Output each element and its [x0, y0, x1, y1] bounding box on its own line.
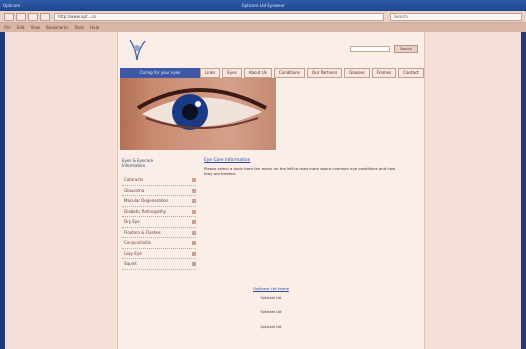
menu-item[interactable]: Edit [17, 25, 25, 30]
eye-illustration [136, 88, 267, 130]
web-page: Search Caring for your eyes Links Eyes Abo… [117, 32, 425, 349]
sidebar-item-label: Cataracts [124, 177, 144, 182]
nav-tab[interactable]: Eyes [222, 68, 242, 78]
sidebar-item-label: Dry Eye [124, 219, 140, 224]
sidebar-item[interactable]: Macular Degeneration [122, 196, 196, 207]
forward-button[interactable] [16, 13, 26, 21]
site-tagline: Caring for your eyes [120, 68, 200, 78]
sidebar-item-label: Floaters & Flashes [124, 229, 161, 235]
sidebar-item[interactable]: Diabetic Retinopathy [122, 207, 196, 217]
arrow-icon [192, 251, 196, 256]
arrow-icon [192, 262, 196, 266]
menu-item[interactable]: View [30, 25, 40, 30]
site-search-input[interactable] [350, 46, 390, 52]
site-search-button[interactable]: Search [394, 45, 418, 53]
menu-item[interactable]: Bookmarks [46, 25, 68, 30]
arrow-icon [192, 188, 196, 193]
menu-item[interactable]: File [4, 25, 11, 30]
sidebar-heading: Eyes & Eyecare Information [122, 158, 192, 168]
window-title: Opticare Ltd Eyewear [241, 3, 285, 8]
nav-tab[interactable]: Conditions [273, 68, 306, 78]
sidebar-item-label: Squint [124, 261, 137, 266]
sidebar-item[interactable]: Squint [122, 259, 196, 270]
address-bar[interactable]: http://www.opt...co [54, 13, 384, 21]
sidebar-item[interactable]: Dry Eye [122, 217, 196, 228]
arrow-icon [192, 241, 196, 245]
sidebar-item[interactable]: Lazy Eye [122, 249, 196, 259]
nav-tab[interactable]: Contact [398, 68, 424, 78]
nav-tab[interactable]: Frames [371, 68, 397, 78]
page-viewport: Search Caring for your eyes Links Eyes Abo… [5, 32, 521, 349]
window-titlebar: Opticare Opticare Ltd Eyewear [0, 0, 526, 11]
sidebar-item[interactable]: Floaters & Flashes [122, 228, 196, 238]
content-title[interactable]: Eye Care Information [204, 158, 250, 163]
sidebar-item-label: Glaucoma [124, 187, 145, 193]
browser-toolbar: http://www.opt...co Search [0, 11, 526, 23]
sidebar-heading-line: Information [122, 163, 146, 168]
sidebar-item[interactable]: Glaucoma [122, 186, 196, 196]
sidebar-item-label: Conjunctivitis [124, 240, 152, 245]
arrow-icon [192, 220, 196, 224]
nav-tab[interactable]: Glasses [344, 68, 370, 78]
site-logo[interactable] [124, 36, 150, 62]
eye-banner-image [120, 78, 276, 150]
reload-button[interactable] [28, 13, 38, 21]
nav-tab[interactable]: Our Partners [307, 68, 343, 78]
footer-home-link[interactable]: Opticare Ltd Home [118, 286, 424, 291]
sidebar-item[interactable]: Cataracts [122, 175, 196, 186]
menu-bar: File Edit View Bookmarks Tools Help [0, 23, 526, 32]
site-nav: Links Eyes About Us Conditions Our Partners G… [200, 68, 424, 78]
back-button[interactable] [4, 13, 14, 21]
browser-search-input[interactable]: Search [390, 13, 522, 21]
arrow-icon [192, 230, 196, 235]
footer-line: Opticare Ltd [260, 296, 282, 300]
nav-tab[interactable]: About Us [243, 68, 272, 78]
sidebar-item[interactable]: Conjunctivitis [122, 238, 196, 249]
sidebar-item-label: Macular Degeneration [124, 198, 169, 203]
sidebar-menu: Cataracts Glaucoma Macular Degeneration Dia… [122, 175, 196, 270]
home-button[interactable] [40, 13, 50, 21]
sidebar-item-label: Lazy Eye [124, 250, 142, 256]
footer-line: Opticare Ltd [260, 310, 282, 314]
menu-item[interactable]: Help [90, 25, 99, 30]
menu-item[interactable]: Tools [74, 25, 84, 30]
content-text: Please select a topic from the menu on t… [204, 166, 396, 176]
arrow-icon [192, 209, 196, 214]
arrow-icon [192, 199, 196, 203]
arrow-icon [192, 178, 196, 182]
footer-line: Opticare Ltd [260, 325, 282, 329]
nav-tab[interactable]: Links [200, 68, 221, 78]
sidebar-item-label: Diabetic Retinopathy [124, 208, 166, 214]
